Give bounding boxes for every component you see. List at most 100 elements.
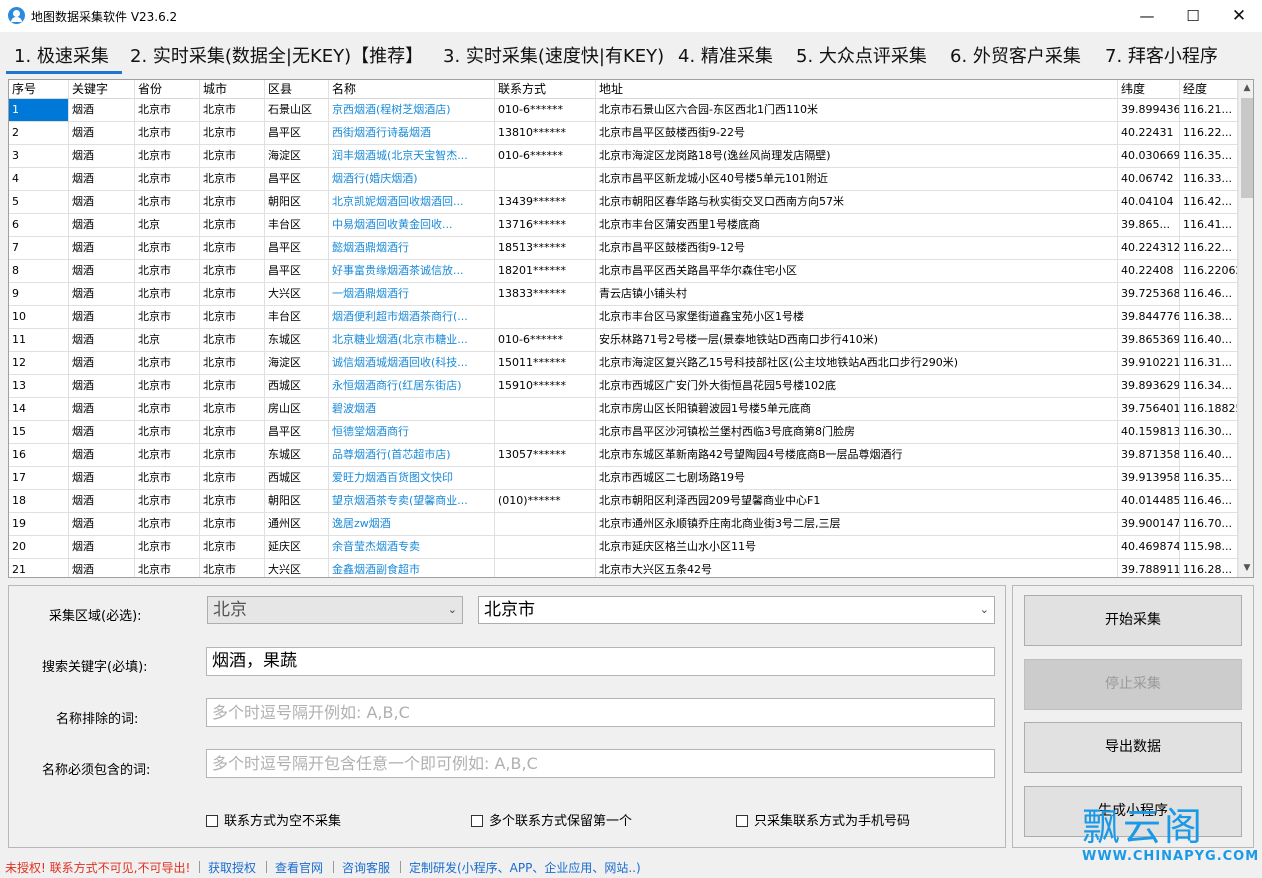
tab-foreign-trade[interactable]: 6. 外贸客户采集	[950, 42, 1081, 68]
table-row[interactable]: 16 烟酒 北京市 北京市 东城区 品尊烟酒行(首芯超市店) 13057****** 北京市东…	[9, 444, 1238, 467]
table-cell[interactable]: 北京市	[135, 536, 200, 558]
table-cell[interactable]: 北京市	[135, 237, 200, 259]
place-name-cell[interactable]: 望京烟酒茶专卖(望馨商业...	[329, 490, 495, 512]
table-cell[interactable]: 北京市	[200, 260, 265, 282]
export-data-button[interactable]: 导出数据	[1024, 722, 1242, 773]
table-cell[interactable]: 18	[9, 490, 69, 512]
place-name-cell[interactable]: 金鑫烟酒副食超市	[329, 559, 495, 577]
place-name-cell[interactable]: 一烟酒鼎烟酒行	[329, 283, 495, 305]
table-cell[interactable]: 北京市延庆区格兰山水小区11号	[596, 536, 1118, 558]
table-cell[interactable]: 丰台区	[265, 306, 329, 328]
table-cell[interactable]: 北京市	[200, 306, 265, 328]
table-cell[interactable]: 北京市	[135, 421, 200, 443]
place-name-cell[interactable]: 北京糖业烟酒(北京市糖业...	[329, 329, 495, 351]
table-cell[interactable]: 116.35...	[1180, 145, 1238, 167]
table-cell[interactable]: 北京市	[200, 444, 265, 466]
table-cell[interactable]: 39.865369	[1118, 329, 1180, 351]
table-cell[interactable]: 北京市	[135, 398, 200, 420]
tab-mini-program[interactable]: 7. 拜客小程序	[1105, 42, 1218, 68]
table-cell[interactable]: 北京市东城区革新南路42号望陶园4号楼底商B一层品尊烟酒行	[596, 444, 1118, 466]
table-cell[interactable]: 烟酒	[69, 513, 135, 535]
column-header[interactable]: 地址	[596, 80, 1118, 99]
table-cell[interactable]: 烟酒	[69, 191, 135, 213]
table-cell[interactable]: 10	[9, 306, 69, 328]
support-link[interactable]: 咨询客服	[342, 859, 390, 876]
table-cell[interactable]: 39.725368	[1118, 283, 1180, 305]
table-cell[interactable]: 15910******	[495, 375, 596, 397]
table-row[interactable]: 7 烟酒 北京市 北京市 昌平区 懿烟酒鼎烟酒行 18513****** 北京市昌平区鼓楼西街…	[9, 237, 1238, 260]
minimize-button[interactable]: —	[1124, 0, 1170, 32]
table-cell[interactable]: 北京市	[200, 421, 265, 443]
table-cell[interactable]	[495, 168, 596, 190]
table-cell[interactable]: 13057******	[495, 444, 596, 466]
table-cell[interactable]: 北京市	[200, 513, 265, 535]
table-cell[interactable]: 7	[9, 237, 69, 259]
table-cell[interactable]: 烟酒	[69, 444, 135, 466]
table-cell[interactable]: 北京市	[200, 352, 265, 374]
table-cell[interactable]: 北京市	[200, 191, 265, 213]
table-cell[interactable]: 40.014485	[1118, 490, 1180, 512]
table-cell[interactable]: 5	[9, 191, 69, 213]
table-cell[interactable]: 北京市	[135, 444, 200, 466]
table-cell[interactable]: 13439******	[495, 191, 596, 213]
table-cell[interactable]: 40.030669	[1118, 145, 1180, 167]
table-cell[interactable]: 朝阳区	[265, 490, 329, 512]
table-cell[interactable]: 北京市	[135, 122, 200, 144]
table-cell[interactable]: 北京市昌平区鼓楼西街9-22号	[596, 122, 1118, 144]
table-cell[interactable]: 9	[9, 283, 69, 305]
tab-precise-collect[interactable]: 4. 精准采集	[678, 42, 773, 68]
table-cell[interactable]: 39.893629	[1118, 375, 1180, 397]
place-name-cell[interactable]: 恒德堂烟酒商行	[329, 421, 495, 443]
place-name-cell[interactable]: 烟酒便利超市烟酒茶商行(...	[329, 306, 495, 328]
table-row[interactable]: 5 烟酒 北京市 北京市 朝阳区 北京凯妮烟酒回收烟酒回... 13439****** 北京市…	[9, 191, 1238, 214]
tab-dianping-collect[interactable]: 5. 大众点评采集	[796, 42, 927, 68]
table-cell[interactable]: 15011******	[495, 352, 596, 374]
table-cell[interactable]: 116.40...	[1180, 444, 1238, 466]
table-cell[interactable]: 大兴区	[265, 283, 329, 305]
table-cell[interactable]: (010)******	[495, 490, 596, 512]
table-cell[interactable]	[495, 467, 596, 489]
exclude-words-input[interactable]: 多个时逗号隔开例如: A,B,C	[206, 698, 995, 727]
table-cell[interactable]: 116.41...	[1180, 214, 1238, 236]
table-row[interactable]: 8 烟酒 北京市 北京市 昌平区 好事富贵缘烟酒茶诚信放... 18201****** 北京市…	[9, 260, 1238, 283]
table-cell[interactable]: 北京市	[135, 283, 200, 305]
tab-realtime-fast[interactable]: 3. 实时采集(速度快|有KEY)	[443, 42, 664, 68]
table-cell[interactable]: 烟酒	[69, 237, 135, 259]
table-cell[interactable]: 北京市丰台区蒲安西里1号楼底商	[596, 214, 1118, 236]
table-cell[interactable]: 116.21...	[1180, 99, 1238, 121]
scroll-down-icon[interactable]: ▼	[1239, 560, 1253, 577]
table-cell[interactable]: 北京市	[135, 168, 200, 190]
table-cell[interactable]: 19	[9, 513, 69, 535]
table-cell[interactable]: 39.871358	[1118, 444, 1180, 466]
checkbox-icon[interactable]	[471, 815, 483, 827]
table-cell[interactable]: 116.70...	[1180, 513, 1238, 535]
table-cell[interactable]: 北京市海淀区龙岗路18号(逸丝风尚理发店隔壁)	[596, 145, 1118, 167]
table-cell[interactable]: 大兴区	[265, 559, 329, 577]
province-select[interactable]: 北京 ⌄	[207, 596, 463, 624]
table-cell[interactable]: 北京市朝阳区春华路与秋实街交叉口西南方向57米	[596, 191, 1118, 213]
table-cell[interactable]: 西城区	[265, 375, 329, 397]
table-cell[interactable]	[495, 559, 596, 577]
table-cell[interactable]	[495, 536, 596, 558]
table-cell[interactable]: 北京市	[135, 260, 200, 282]
table-cell[interactable]: 房山区	[265, 398, 329, 420]
table-cell[interactable]: 北京市石景山区六合园-东区西北1门西110米	[596, 99, 1118, 121]
table-cell[interactable]: 烟酒	[69, 421, 135, 443]
table-row[interactable]: 2 烟酒 北京市 北京市 昌平区 西街烟酒行诗磊烟酒 13810****** 北京市昌平区鼓楼…	[9, 122, 1238, 145]
table-cell[interactable]: 北京市	[135, 467, 200, 489]
table-cell[interactable]: 39.910221	[1118, 352, 1180, 374]
table-cell[interactable]: 烟酒	[69, 375, 135, 397]
table-cell[interactable]: 安乐林路71号2号楼一层(景泰地铁站D西南口步行410米)	[596, 329, 1118, 351]
table-cell[interactable]: 21	[9, 559, 69, 577]
table-cell[interactable]: 116.30...	[1180, 421, 1238, 443]
place-name-cell[interactable]: 西街烟酒行诗磊烟酒	[329, 122, 495, 144]
table-cell[interactable]: 18513******	[495, 237, 596, 259]
table-cell[interactable]: 40.469874	[1118, 536, 1180, 558]
place-name-cell[interactable]: 京西烟酒(程树芝烟酒店)	[329, 99, 495, 121]
table-cell[interactable]: 40.224312	[1118, 237, 1180, 259]
table-cell[interactable]: 116.35...	[1180, 467, 1238, 489]
table-row[interactable]: 14 烟酒 北京市 北京市 房山区 碧波烟酒 北京市房山区长阳镇碧波园1号楼5单元底商 39.…	[9, 398, 1238, 421]
table-row[interactable]: 21 烟酒 北京市 北京市 大兴区 金鑫烟酒副食超市 北京市大兴区五条42号 39.78891…	[9, 559, 1238, 577]
table-cell[interactable]: 116.22...	[1180, 237, 1238, 259]
table-cell[interactable]: 40.04104	[1118, 191, 1180, 213]
